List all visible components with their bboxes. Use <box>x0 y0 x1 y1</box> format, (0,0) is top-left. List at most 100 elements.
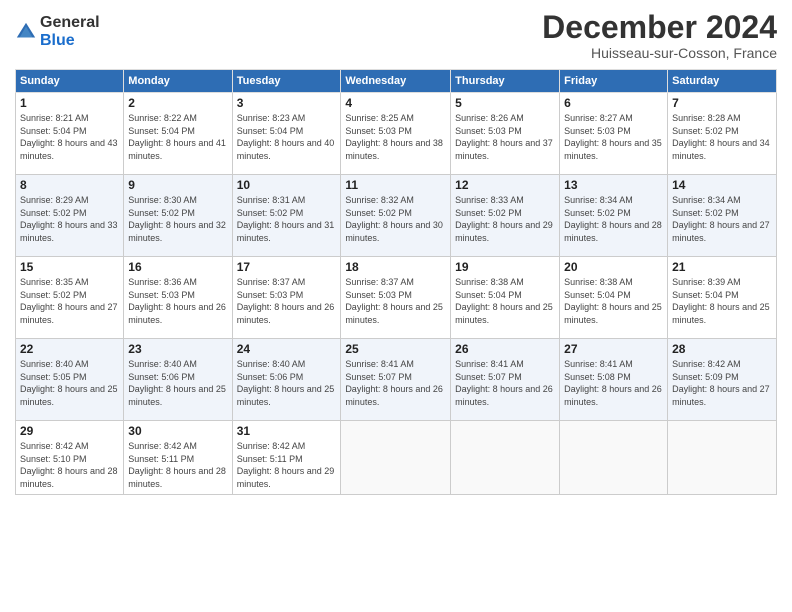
table-row: 1Sunrise: 8:21 AMSunset: 5:04 PMDaylight… <box>16 93 124 175</box>
day-info: Sunrise: 8:41 AMSunset: 5:07 PMDaylight:… <box>455 358 555 408</box>
day-number: 15 <box>20 260 119 274</box>
calendar-week-row: 15 Sunrise: 8:35 AMSunset: 5:02 PMDayligh… <box>16 257 777 339</box>
table-row: 10 Sunrise: 8:31 AMSunset: 5:02 PMDayligh… <box>232 175 341 257</box>
table-row: 15 Sunrise: 8:35 AMSunset: 5:02 PMDayligh… <box>16 257 124 339</box>
day-number: 14 <box>672 178 772 192</box>
day-info: Sunrise: 8:34 AMSunset: 5:02 PMDaylight:… <box>672 194 772 244</box>
calendar-table: Sunday Monday Tuesday Wednesday Thursday… <box>15 69 777 494</box>
table-row: 29 Sunrise: 8:42 AMSunset: 5:10 PMDayligh… <box>16 421 124 494</box>
day-info: Sunrise: 8:29 AMSunset: 5:02 PMDaylight:… <box>20 194 119 244</box>
day-number: 10 <box>237 178 337 192</box>
day-number: 17 <box>237 260 337 274</box>
day-number: 26 <box>455 342 555 356</box>
logo-text: General Blue <box>40 14 100 49</box>
table-row <box>560 421 668 494</box>
day-number: 19 <box>455 260 555 274</box>
day-number: 2 <box>128 96 227 110</box>
day-number: 8 <box>20 178 119 192</box>
day-number: 13 <box>564 178 663 192</box>
calendar-week-row: 22 Sunrise: 8:40 AMSunset: 5:05 PMDayligh… <box>16 339 777 421</box>
day-info: Sunrise: 8:40 AMSunset: 5:06 PMDaylight:… <box>237 358 337 408</box>
table-row: 19 Sunrise: 8:38 AMSunset: 5:04 PMDayligh… <box>451 257 560 339</box>
day-info: Sunrise: 8:36 AMSunset: 5:03 PMDaylight:… <box>128 276 227 326</box>
table-row: 30Sunrise: 8:42 AMSunset: 5:11 PMDayligh… <box>124 421 232 494</box>
day-info: Sunrise: 8:23 AMSunset: 5:04 PMDaylight:… <box>237 112 337 162</box>
logo-blue: Blue <box>40 32 100 50</box>
table-row: 12Sunrise: 8:33 AMSunset: 5:02 PMDayligh… <box>451 175 560 257</box>
day-number: 16 <box>128 260 227 274</box>
day-info: Sunrise: 8:42 AMSunset: 5:09 PMDaylight:… <box>672 358 772 408</box>
day-info: Sunrise: 8:27 AMSunset: 5:03 PMDaylight:… <box>564 112 663 162</box>
table-row <box>341 421 451 494</box>
day-info: Sunrise: 8:42 AMSunset: 5:10 PMDaylight:… <box>20 440 119 490</box>
day-info: Sunrise: 8:32 AMSunset: 5:02 PMDaylight:… <box>345 194 446 244</box>
logo: General Blue <box>15 14 100 49</box>
table-row: 28 Sunrise: 8:42 AMSunset: 5:09 PMDayligh… <box>668 339 777 421</box>
day-number: 11 <box>345 178 446 192</box>
table-row: 21 Sunrise: 8:39 AMSunset: 5:04 PMDayligh… <box>668 257 777 339</box>
day-number: 30 <box>128 424 227 438</box>
col-friday: Friday <box>560 70 668 93</box>
table-row: 9Sunrise: 8:30 AMSunset: 5:02 PMDaylight… <box>124 175 232 257</box>
table-row <box>451 421 560 494</box>
table-row: 26 Sunrise: 8:41 AMSunset: 5:07 PMDayligh… <box>451 339 560 421</box>
calendar-week-row: 8 Sunrise: 8:29 AMSunset: 5:02 PMDaylight… <box>16 175 777 257</box>
table-row: 16 Sunrise: 8:36 AMSunset: 5:03 PMDayligh… <box>124 257 232 339</box>
day-number: 20 <box>564 260 663 274</box>
day-number: 29 <box>20 424 119 438</box>
table-row: 14 Sunrise: 8:34 AMSunset: 5:02 PMDayligh… <box>668 175 777 257</box>
day-info: Sunrise: 8:31 AMSunset: 5:02 PMDaylight:… <box>237 194 337 244</box>
day-number: 18 <box>345 260 446 274</box>
col-monday: Monday <box>124 70 232 93</box>
table-row: 7 Sunrise: 8:28 AMSunset: 5:02 PMDaylight… <box>668 93 777 175</box>
table-row: 2Sunrise: 8:22 AMSunset: 5:04 PMDaylight… <box>124 93 232 175</box>
table-row: 3 Sunrise: 8:23 AMSunset: 5:04 PMDaylight… <box>232 93 341 175</box>
day-number: 12 <box>455 178 555 192</box>
col-thursday: Thursday <box>451 70 560 93</box>
day-info: Sunrise: 8:25 AMSunset: 5:03 PMDaylight:… <box>345 112 446 162</box>
day-number: 25 <box>345 342 446 356</box>
table-row: 6 Sunrise: 8:27 AMSunset: 5:03 PMDaylight… <box>560 93 668 175</box>
month-title: December 2024 <box>542 10 777 45</box>
day-info: Sunrise: 8:35 AMSunset: 5:02 PMDaylight:… <box>20 276 119 326</box>
location: Huisseau-sur-Cosson, France <box>542 45 777 61</box>
day-number: 7 <box>672 96 772 110</box>
day-info: Sunrise: 8:40 AMSunset: 5:06 PMDaylight:… <box>128 358 227 408</box>
day-number: 4 <box>345 96 446 110</box>
title-block: December 2024 Huisseau-sur-Cosson, Franc… <box>542 10 777 61</box>
calendar-page: General Blue December 2024 Huisseau-sur-… <box>0 0 792 612</box>
day-info: Sunrise: 8:30 AMSunset: 5:02 PMDaylight:… <box>128 194 227 244</box>
table-row: 8 Sunrise: 8:29 AMSunset: 5:02 PMDaylight… <box>16 175 124 257</box>
logo-icon <box>15 21 37 43</box>
table-row <box>668 421 777 494</box>
day-number: 24 <box>237 342 337 356</box>
day-number: 23 <box>128 342 227 356</box>
day-info: Sunrise: 8:26 AMSunset: 5:03 PMDaylight:… <box>455 112 555 162</box>
day-info: Sunrise: 8:28 AMSunset: 5:02 PMDaylight:… <box>672 112 772 162</box>
col-tuesday: Tuesday <box>232 70 341 93</box>
day-info: Sunrise: 8:39 AMSunset: 5:04 PMDaylight:… <box>672 276 772 326</box>
day-number: 28 <box>672 342 772 356</box>
day-number: 6 <box>564 96 663 110</box>
day-number: 3 <box>237 96 337 110</box>
day-info: Sunrise: 8:37 AMSunset: 5:03 PMDaylight:… <box>345 276 446 326</box>
day-number: 1 <box>20 96 119 110</box>
day-number: 21 <box>672 260 772 274</box>
day-info: Sunrise: 8:37 AMSunset: 5:03 PMDaylight:… <box>237 276 337 326</box>
day-info: Sunrise: 8:42 AMSunset: 5:11 PMDaylight:… <box>237 440 337 490</box>
day-info: Sunrise: 8:41 AMSunset: 5:08 PMDaylight:… <box>564 358 663 408</box>
day-info: Sunrise: 8:40 AMSunset: 5:05 PMDaylight:… <box>20 358 119 408</box>
table-row: 13 Sunrise: 8:34 AMSunset: 5:02 PMDayligh… <box>560 175 668 257</box>
day-number: 31 <box>237 424 337 438</box>
day-info: Sunrise: 8:34 AMSunset: 5:02 PMDaylight:… <box>564 194 663 244</box>
page-header: General Blue December 2024 Huisseau-sur-… <box>15 10 777 61</box>
day-info: Sunrise: 8:38 AMSunset: 5:04 PMDaylight:… <box>455 276 555 326</box>
table-row: 18 Sunrise: 8:37 AMSunset: 5:03 PMDayligh… <box>341 257 451 339</box>
table-row: 20Sunrise: 8:38 AMSunset: 5:04 PMDayligh… <box>560 257 668 339</box>
calendar-header-row: Sunday Monday Tuesday Wednesday Thursday… <box>16 70 777 93</box>
logo-general: General <box>40 14 100 32</box>
day-number: 22 <box>20 342 119 356</box>
table-row: 23 Sunrise: 8:40 AMSunset: 5:06 PMDayligh… <box>124 339 232 421</box>
day-number: 27 <box>564 342 663 356</box>
table-row: 31 Sunrise: 8:42 AMSunset: 5:11 PMDayligh… <box>232 421 341 494</box>
